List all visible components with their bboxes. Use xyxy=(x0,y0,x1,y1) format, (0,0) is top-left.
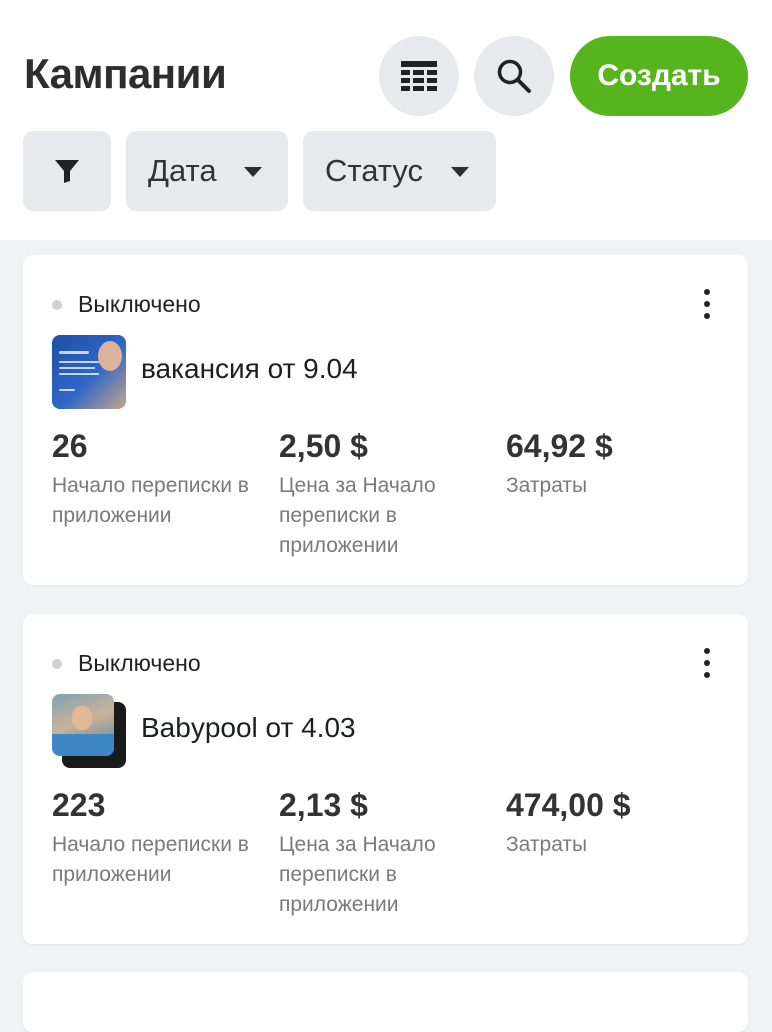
campaign-card[interactable]: Выключено Babypool от 4.03 223 Начало пе… xyxy=(23,614,748,944)
metric-value: 64,92 $ xyxy=(506,428,613,464)
status-text: Выключено xyxy=(78,650,201,676)
status-dot-icon xyxy=(52,658,62,669)
search-button[interactable] xyxy=(474,36,554,116)
chevron-down-icon xyxy=(244,167,262,177)
table-view-icon xyxy=(401,61,437,91)
metric-label: Цена за Начало переписки в приложении xyxy=(279,833,436,916)
metric-label: Начало переписки в приложении xyxy=(52,833,249,886)
metric-spend: 474,00 $ Затраты xyxy=(506,786,716,860)
metric-conversations: 26 Начало переписки в приложении xyxy=(52,427,262,531)
campaign-thumbnail xyxy=(52,335,126,409)
campaign-status: Выключено xyxy=(52,650,201,677)
metric-value: 2,50 $ xyxy=(279,428,368,464)
chevron-down-icon xyxy=(451,167,469,177)
more-options-button[interactable] xyxy=(702,648,712,678)
metric-cost-per-result: 2,13 $ Цена за Начало переписки в прилож… xyxy=(279,786,469,920)
metric-label: Начало переписки в приложении xyxy=(52,474,249,527)
search-icon xyxy=(497,59,531,93)
more-vertical-icon xyxy=(704,289,710,295)
more-options-button[interactable] xyxy=(702,289,712,319)
metric-label: Цена за Начало переписки в приложении xyxy=(279,474,436,557)
metric-cost-per-result: 2,50 $ Цена за Начало переписки в прилож… xyxy=(279,427,469,561)
page-title: Кампании xyxy=(24,50,227,97)
more-vertical-icon xyxy=(704,648,710,654)
date-filter-dropdown[interactable]: Дата xyxy=(126,131,288,211)
status-text: Выключено xyxy=(78,291,201,317)
create-button[interactable]: Создать xyxy=(570,36,748,116)
filter-icon xyxy=(55,160,79,183)
table-view-button[interactable] xyxy=(379,36,459,116)
metric-value: 2,13 $ xyxy=(279,787,368,823)
metric-spend: 64,92 $ Затраты xyxy=(506,427,716,501)
metric-conversations: 223 Начало переписки в приложении xyxy=(52,786,262,890)
campaign-card[interactable]: Выключено вакансия от 9.04 26 Начало пер… xyxy=(23,255,748,585)
metric-label: Затраты xyxy=(506,474,588,497)
status-filter-dropdown[interactable]: Статус xyxy=(303,131,496,211)
status-filter-label: Статус xyxy=(325,153,423,188)
campaigns-page: Кампании Создать Дата Статус Выключено в… xyxy=(0,0,772,1032)
campaign-status: Выключено xyxy=(52,291,201,318)
page-header: Кампании Создать Дата Статус xyxy=(0,0,772,240)
metric-value: 26 xyxy=(52,428,88,464)
campaign-name[interactable]: Babypool от 4.03 xyxy=(141,712,356,744)
metric-value: 474,00 $ xyxy=(506,787,631,823)
campaign-image xyxy=(52,335,126,409)
campaign-image xyxy=(52,694,114,756)
metric-label: Затраты xyxy=(506,833,588,856)
date-filter-label: Дата xyxy=(148,153,217,188)
campaign-name[interactable]: вакансия от 9.04 xyxy=(141,353,358,385)
metric-value: 223 xyxy=(52,787,106,823)
filter-button[interactable] xyxy=(23,131,111,211)
campaign-card[interactable] xyxy=(23,972,748,1032)
status-dot-icon xyxy=(52,299,62,310)
campaign-thumbnail xyxy=(52,694,126,768)
